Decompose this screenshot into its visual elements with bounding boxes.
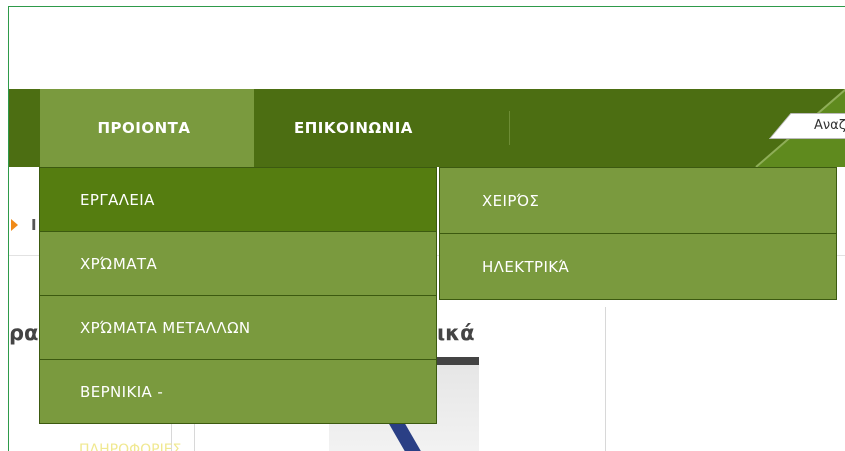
menu-item-tools-label: ΕΡΓΑΛΕΙΑ (80, 190, 155, 209)
menu-item-paints-label: ΧΡΏΜΑΤΑ (80, 254, 158, 273)
main-navbar: ΠΡΟΙΟΝΤΑ ΕΠΙΚΟΙΝΩΝΙΑ Αναζ (9, 89, 845, 167)
submenu-item-hand-tools[interactable]: ΧΕΙΡΌΣ (439, 167, 837, 234)
faded-info-label: ΠΛΗΡΟΦΟΡΙΕΣ (79, 442, 182, 451)
products-dropdown-menu: ΕΡΓΑΛΕΙΑ ΧΡΏΜΑΤΑ ΧΡΏΜΑΤΑ ΜΕΤΑΛΛΩΝ ΒΕΡΝΙΚ… (39, 167, 437, 424)
nav-item-products[interactable]: ΠΡΟΙΟΝΤΑ (40, 89, 254, 167)
menu-item-metal-paints-label: ΧΡΏΜΑΤΑ ΜΕΤΑΛΛΩΝ (80, 318, 251, 337)
breadcrumb-fragment: Ι (31, 216, 37, 234)
submenu-item-electric-tools-label: ΗΛΕΚΤΡΙΚΆ (482, 257, 570, 276)
tools-submenu: ΧΕΙΡΌΣ ΗΛΕΚΤΡΙΚΆ (439, 167, 837, 300)
nav-item-contact[interactable]: ΕΠΙΚΟΙΝΩΝΙΑ (294, 89, 484, 167)
section-heading-left: ρα (9, 321, 39, 345)
page-frame: ΠΡΟΙΟΝΤΑ ΕΠΙΚΟΙΝΩΝΙΑ Αναζ Ι ρα ικά ΠΛΗΡΟ… (8, 6, 845, 451)
nav-item-contact-label: ΕΠΙΚΟΙΝΩΝΙΑ (294, 119, 413, 137)
nav-item-products-label: ΠΡΟΙΟΝΤΑ (97, 119, 191, 137)
menu-item-metal-paints[interactable]: ΧΡΏΜΑΤΑ ΜΕΤΑΛΛΩΝ (39, 295, 437, 360)
submenu-item-electric-tools[interactable]: ΗΛΕΚΤΡΙΚΆ (439, 233, 837, 300)
submenu-item-hand-tools-label: ΧΕΙΡΌΣ (482, 191, 540, 210)
menu-item-varnishes-label: ΒΕΡΝΙΚΙΑ - (80, 382, 164, 401)
menu-item-varnishes[interactable]: ΒΕΡΝΙΚΙΑ - (39, 359, 437, 424)
section-heading-right: ικά (437, 321, 475, 345)
menu-item-paints[interactable]: ΧΡΏΜΑΤΑ (39, 231, 437, 296)
menu-item-tools[interactable]: ΕΡΓΑΛΕΙΑ (39, 167, 437, 232)
breadcrumb-arrow-icon (11, 219, 18, 231)
search-input-placeholder: Αναζ (814, 118, 845, 133)
nav-divider (509, 111, 510, 145)
